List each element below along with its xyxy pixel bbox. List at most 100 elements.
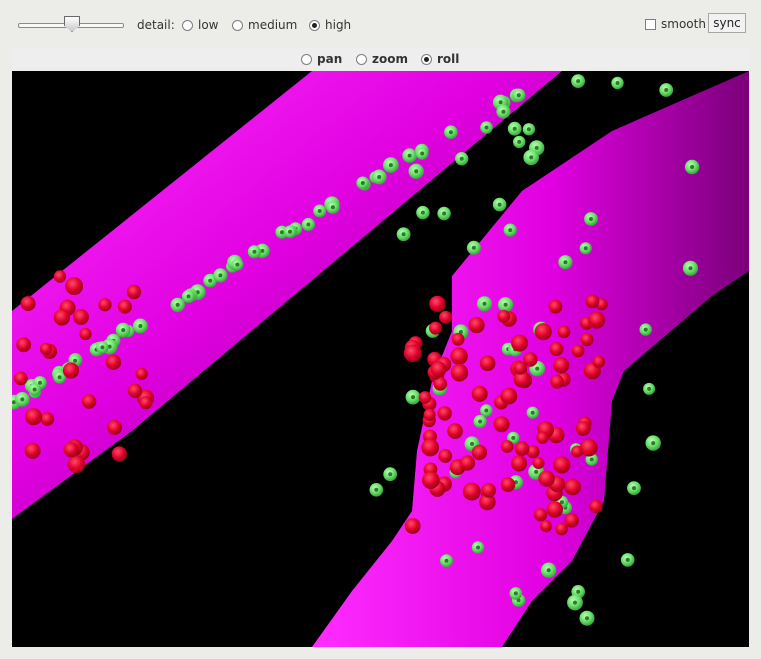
green-particle-core: [388, 163, 393, 168]
red-particle: [511, 455, 528, 472]
red-particle: [500, 440, 514, 453]
green-particle-core: [625, 557, 630, 562]
green-particle-core: [478, 419, 483, 424]
green-particle-core: [57, 375, 62, 380]
detail-slider[interactable]: [18, 14, 124, 36]
red-particle: [81, 394, 97, 409]
green-particle-core: [377, 175, 382, 179]
green-particle-core: [20, 397, 25, 402]
green-particle-core: [280, 230, 284, 235]
red-particle: [550, 374, 564, 389]
red-particle: [39, 342, 53, 356]
detail-option-label: medium: [248, 18, 298, 32]
mode-option-pan[interactable]: pan: [301, 52, 342, 66]
red-particle: [98, 298, 112, 312]
red-particle: [459, 455, 476, 471]
green-particle-core: [482, 301, 487, 306]
green-particle-core: [444, 558, 449, 563]
radio-button[interactable]: [232, 19, 243, 31]
red-particle: [126, 284, 142, 300]
green-particle-core: [420, 151, 425, 156]
scene-canvas[interactable]: [12, 71, 749, 647]
red-particle: [107, 420, 123, 435]
green-particle-core: [583, 246, 588, 251]
green-particle-core: [501, 109, 506, 114]
red-particle: [538, 470, 555, 487]
smooth-label: smooth: [661, 17, 706, 31]
red-particle: [534, 508, 548, 522]
red-particle: [63, 442, 79, 458]
green-particle-core: [32, 387, 37, 392]
red-particle: [423, 408, 436, 421]
green-particle-core: [688, 266, 693, 271]
green-particle-core: [534, 469, 539, 474]
red-particle: [14, 371, 28, 386]
red-particle: [67, 455, 86, 474]
red-particle: [73, 309, 89, 325]
red-particle: [135, 367, 148, 380]
green-particle-core: [260, 248, 265, 253]
radio-button[interactable]: [301, 53, 312, 65]
red-particle: [468, 317, 485, 334]
toolbar: detail: low medium high smooth sync: [0, 0, 761, 46]
detail-option-medium[interactable]: medium: [232, 18, 297, 32]
green-particle-core: [530, 410, 535, 415]
green-particle-core: [208, 278, 213, 283]
smooth-toggle[interactable]: smooth: [645, 17, 706, 31]
red-particle: [429, 321, 442, 335]
mode-option-zoom[interactable]: zoom: [356, 52, 408, 66]
red-particle: [523, 352, 538, 367]
detail-option-high[interactable]: high: [309, 18, 351, 32]
red-particle: [437, 406, 452, 421]
red-particle: [585, 294, 600, 309]
red-particle: [580, 333, 594, 347]
green-particle-core: [471, 245, 476, 250]
red-particle: [403, 344, 422, 363]
red-particle: [20, 296, 36, 312]
red-particle: [575, 421, 591, 436]
green-particle-core: [252, 249, 257, 254]
red-particle: [471, 385, 488, 402]
mode-option-roll[interactable]: roll: [421, 52, 459, 66]
radio-button[interactable]: [421, 53, 432, 65]
smooth-checkbox[interactable]: [645, 18, 656, 30]
red-particle: [500, 387, 518, 405]
red-particle: [450, 347, 468, 366]
red-particle: [429, 295, 446, 313]
green-particle-core: [573, 600, 577, 605]
3d-viewport[interactable]: [12, 71, 749, 647]
green-particle-core: [235, 262, 240, 267]
detail-option-label: high: [325, 18, 352, 32]
slider-thumb[interactable]: [64, 16, 80, 32]
green-particle-core: [459, 156, 464, 161]
green-particle-core: [186, 294, 191, 299]
green-particle-core: [535, 366, 540, 371]
green-particle-core: [484, 125, 489, 130]
red-particle: [471, 444, 488, 461]
red-particle: [418, 391, 432, 404]
sync-button[interactable]: sync: [708, 13, 746, 33]
detail-option-low[interactable]: low: [182, 18, 219, 32]
green-particle-core: [511, 435, 516, 440]
green-particle-core: [643, 327, 648, 332]
green-particle-core: [476, 545, 480, 550]
green-particle-core: [374, 487, 379, 492]
red-particle: [557, 325, 571, 339]
green-particle-core: [589, 457, 594, 462]
radio-button[interactable]: [356, 53, 367, 65]
red-particle: [553, 456, 571, 474]
red-particle: [53, 270, 67, 283]
radio-button[interactable]: [309, 19, 320, 31]
red-particle: [422, 471, 440, 490]
red-particle: [127, 383, 143, 398]
green-particle-core: [73, 358, 78, 363]
green-particle-core: [585, 616, 589, 621]
mode-bar: pan zoom roll: [12, 48, 749, 70]
green-particle-core: [534, 145, 539, 150]
red-particle: [579, 438, 598, 457]
green-particle-core: [414, 169, 419, 174]
radio-button[interactable]: [182, 19, 193, 31]
green-particle-core: [317, 209, 322, 213]
green-particle-core: [401, 232, 406, 237]
red-particle: [534, 323, 552, 341]
